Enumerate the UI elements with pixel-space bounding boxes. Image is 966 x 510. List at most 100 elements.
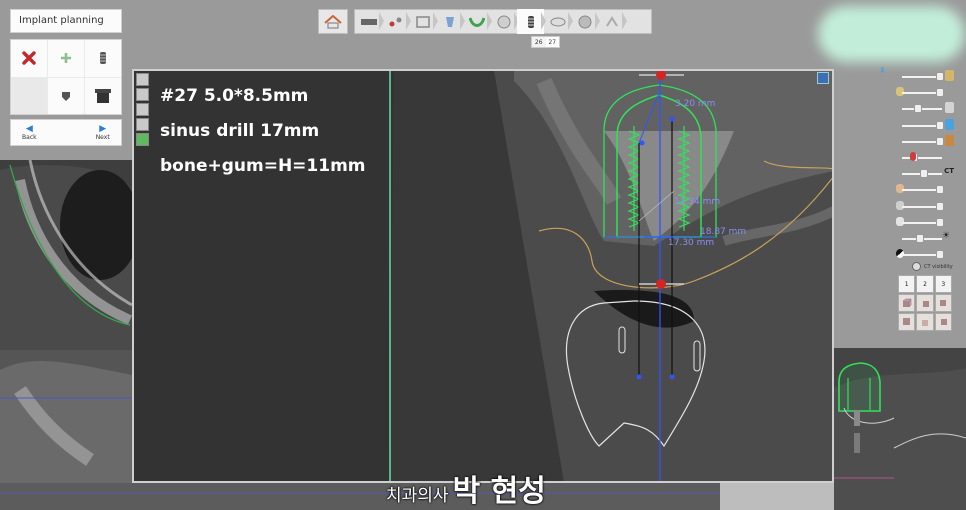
note-line-2: sinus drill 17mm: [160, 121, 320, 141]
step-model[interactable]: [436, 9, 465, 34]
measure-label-4: 17.30 mm: [668, 238, 714, 248]
measure-label-2: 11.34 mm: [674, 197, 720, 207]
cube-icon: [922, 301, 929, 307]
implant-icon: [100, 52, 106, 65]
layout-button-2[interactable]: 2: [916, 275, 934, 293]
sleeve-tool-button[interactable]: [85, 77, 121, 114]
radio-icon: [912, 262, 921, 271]
download-tool-button[interactable]: [136, 133, 149, 146]
slider-crown[interactable]: [896, 84, 954, 100]
slider-bone[interactable]: [896, 133, 954, 149]
back-label: Back: [22, 133, 37, 141]
tool-grid: [10, 39, 122, 115]
arch-icon: [468, 16, 485, 27]
panorama-icon: [360, 18, 377, 25]
pencil-tool-button[interactable]: [136, 88, 149, 101]
slider-arch[interactable]: [896, 100, 954, 116]
model-icon: [445, 16, 454, 27]
step-bone[interactable]: [409, 9, 438, 34]
measure-label-1: 3.20 mm: [675, 99, 715, 109]
step-sleeve[interactable]: [544, 9, 573, 34]
layout-button-1[interactable]: 1: [898, 275, 916, 293]
sleeve-icon: [550, 17, 565, 26]
cube-icon: [941, 319, 948, 325]
close-icon: [22, 51, 36, 65]
implant-tool-button[interactable]: [85, 40, 121, 77]
arrow-left-icon: ◀: [25, 123, 33, 134]
arrow-right-icon: ▶: [99, 123, 107, 134]
step-crown[interactable]: [490, 9, 519, 34]
tooth-tab-27[interactable]: 27: [545, 37, 559, 47]
wizard-steps: [354, 9, 652, 34]
ct-label: CT: [944, 167, 954, 176]
drill-tool-button[interactable]: [136, 118, 149, 131]
ct-visibility-label: CT visibility: [924, 263, 953, 270]
bone-icon: [415, 15, 430, 28]
view-front-button[interactable]: [898, 294, 916, 312]
step-implant[interactable]: [517, 9, 546, 34]
slider-nerve[interactable]: [896, 149, 954, 165]
layout-button-3[interactable]: 3: [934, 275, 952, 293]
next-button[interactable]: ▶ Next: [84, 120, 121, 145]
down-arrow-icon[interactable]: ⬇: [879, 67, 887, 75]
home-button[interactable]: [318, 9, 348, 34]
step-guide[interactable]: [571, 9, 600, 34]
cube-icon: [902, 318, 910, 325]
mini-implant: [838, 362, 881, 412]
slider-brightness[interactable]: ☀: [896, 230, 954, 246]
ruler-tool-button[interactable]: [136, 103, 149, 116]
step-arch[interactable]: [463, 9, 492, 34]
note-line-1: #27 5.0*8.5mm: [160, 86, 309, 106]
slider-implant[interactable]: [896, 68, 954, 84]
implant-icon: [527, 15, 534, 28]
implant-icon: [945, 70, 954, 81]
slider-skin[interactable]: [896, 181, 954, 197]
slider-sleeve[interactable]: [896, 117, 954, 133]
add-implant-button[interactable]: [48, 40, 84, 77]
export-icon: [605, 15, 618, 27]
watermark: 치과의사 박 현성: [386, 466, 546, 510]
guide-icon: [578, 15, 591, 28]
nerve-icon: [389, 17, 401, 26]
next-label: Next: [95, 133, 110, 141]
back-button[interactable]: ◀ Back: [11, 120, 48, 145]
sleeve-icon: [95, 88, 111, 103]
plus-icon: [61, 53, 71, 64]
view-3d-button[interactable]: [916, 313, 934, 331]
tooth-tab-26[interactable]: 26: [532, 37, 546, 47]
mini-3d-view: [834, 348, 966, 510]
slider-contrast[interactable]: [896, 246, 954, 262]
bone-icon: [945, 134, 954, 146]
page-tool-button[interactable]: [136, 73, 149, 86]
measure-label-3: 18.87 mm: [700, 227, 746, 237]
view-iso-button[interactable]: [934, 313, 952, 331]
delete-implant-button[interactable]: [11, 40, 47, 77]
cube-icon: [940, 300, 947, 306]
abutment-icon: [62, 91, 70, 101]
view-top-button[interactable]: [934, 294, 952, 312]
view-side-button[interactable]: [916, 294, 934, 312]
step-nerve[interactable]: [382, 9, 411, 34]
crown-icon: [497, 15, 510, 28]
view-back-button[interactable]: [898, 313, 916, 331]
slider-arch-model[interactable]: [896, 198, 954, 214]
wizard-nav: ◀ Back ▶ Next: [10, 119, 122, 146]
slider-ct[interactable]: CT: [896, 165, 954, 181]
viewer-side-tools: [136, 73, 152, 153]
ct-visibility-toggle[interactable]: CT visibility: [912, 262, 953, 271]
step-panorama[interactable]: [355, 9, 384, 34]
maximize-view-button[interactable]: [817, 72, 829, 84]
cube-icon: [902, 298, 912, 308]
abutment-tool-button[interactable]: [48, 77, 84, 114]
left-ct-views: [0, 160, 132, 510]
empty-slot: [11, 77, 47, 114]
home-icon: [324, 14, 342, 29]
bottom-handle[interactable]: [656, 279, 666, 289]
slider-teeth[interactable]: [896, 214, 954, 230]
step-export[interactable]: [598, 9, 627, 34]
panel-title: Implant planning: [10, 9, 122, 33]
nerve-icon: [910, 151, 916, 161]
blurred-overlay: [818, 6, 965, 62]
cube-icon: [921, 320, 928, 326]
